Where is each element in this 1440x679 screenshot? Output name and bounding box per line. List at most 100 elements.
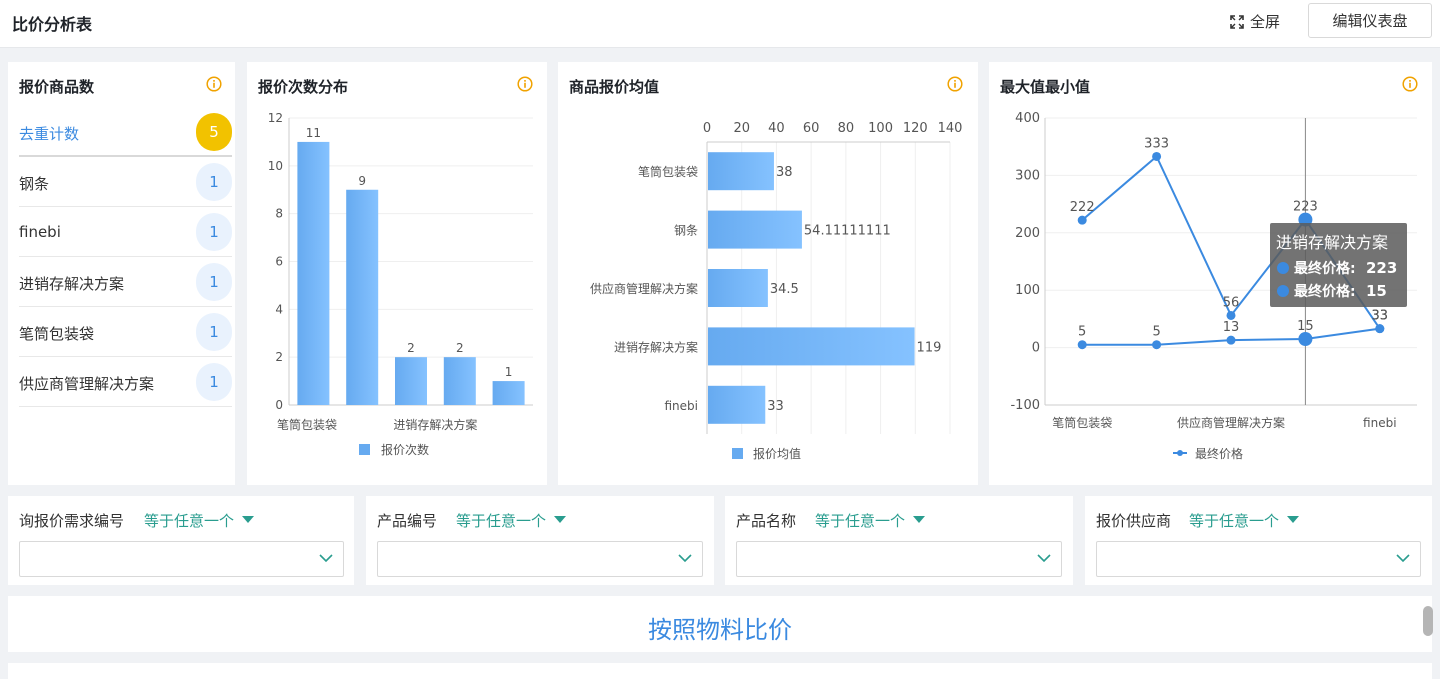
count-badge: 5 — [196, 113, 232, 151]
chevron-down-icon — [319, 553, 333, 563]
list-item[interactable]: 进销存解决方案 1 — [19, 257, 232, 307]
list-item[interactable]: 供应商管理解决方案 1 — [19, 357, 232, 407]
fullscreen-icon — [1230, 15, 1244, 29]
edit-dashboard-button[interactable]: 编辑仪表盘 — [1308, 3, 1432, 38]
legend-label: 报价次数 — [381, 442, 429, 457]
tooltip-value: 15 — [1366, 282, 1387, 300]
data-label: 222 — [1070, 200, 1095, 215]
y-tick-label: 0 — [275, 398, 283, 412]
data-label: 2 — [407, 341, 415, 355]
filter-label: 询报价需求编号 — [19, 510, 124, 531]
data-point — [1078, 340, 1087, 349]
x-tick-label: 100 — [868, 121, 893, 136]
list-item-label: 钢条 — [19, 173, 49, 194]
scrollbar-thumb[interactable] — [1423, 606, 1433, 636]
y-tick-label: 6 — [275, 255, 283, 269]
filter-select[interactable] — [736, 541, 1062, 577]
list-item-label: finebi — [19, 223, 61, 241]
data-label: 223 — [1293, 200, 1318, 215]
data-label: 11 — [306, 126, 321, 140]
section-header: 按照物料比价 — [8, 596, 1432, 652]
filter-product-code: 产品编号 等于任意一个 — [366, 496, 714, 585]
chevron-down-icon — [1037, 553, 1051, 563]
info-icon[interactable] — [206, 76, 222, 92]
filter-rfq-number: 询报价需求编号 等于任意一个 — [8, 496, 354, 585]
y-tick-label: 200 — [1015, 226, 1040, 241]
data-label: 9 — [358, 174, 366, 188]
bar — [395, 357, 427, 405]
count-badge: 1 — [196, 313, 232, 351]
x-tick-label: 供应商管理解决方案 — [1177, 415, 1285, 430]
y-tick-label: 进销存解决方案 — [614, 339, 698, 354]
count-badge: 1 — [196, 263, 232, 301]
data-point — [1152, 152, 1161, 161]
list-item-label: 笔筒包装袋 — [19, 323, 94, 344]
legend-marker — [1177, 450, 1183, 456]
filter-operator-dropdown[interactable]: 等于任意一个 — [144, 510, 254, 531]
bar — [444, 357, 476, 405]
y-tick-label: 笔筒包装袋 — [638, 164, 698, 179]
data-label: 333 — [1144, 136, 1169, 151]
fullscreen-button[interactable]: 全屏 — [1230, 11, 1280, 32]
x-tick-label: finebi — [1363, 416, 1397, 430]
bar-chart-average-price: 02040608010012014038笔筒包装袋54.11111111钢条34… — [558, 62, 978, 485]
list-item-label: 进销存解决方案 — [19, 273, 124, 294]
data-label: 15 — [1297, 319, 1314, 334]
list-item-label: 去重计数 — [19, 123, 79, 144]
list-item[interactable]: 钢条 1 — [19, 157, 232, 207]
x-tick-label: 40 — [768, 121, 785, 136]
bar — [297, 142, 329, 405]
list-item[interactable]: finebi 1 — [19, 207, 232, 257]
chevron-down-icon — [678, 553, 692, 563]
list-item[interactable]: 笔筒包装袋 1 — [19, 307, 232, 357]
x-tick-label: 20 — [733, 121, 750, 136]
filter-label: 产品编号 — [377, 510, 437, 531]
tooltip-value: 223 — [1366, 259, 1397, 277]
x-tick-label: 笔筒包装袋 — [277, 417, 337, 432]
data-label: 13 — [1223, 320, 1240, 335]
filter-select[interactable] — [1096, 541, 1421, 577]
count-badge: 1 — [196, 363, 232, 401]
y-tick-label: 10 — [268, 159, 283, 173]
filter-operator-dropdown[interactable]: 等于任意一个 — [1189, 510, 1299, 531]
filter-supplier: 报价供应商 等于任意一个 — [1085, 496, 1432, 585]
data-label: 33 — [1372, 309, 1389, 324]
y-tick-label: finebi — [665, 399, 699, 413]
data-point — [1375, 324, 1384, 333]
filter-select[interactable] — [377, 541, 703, 577]
y-tick-label: 0 — [1032, 341, 1040, 356]
card-product-count: 报价商品数 去重计数 5 钢条 1 finebi 1 进销存解决方案 1 笔筒包… — [8, 62, 235, 485]
x-tick-label: 笔筒包装袋 — [1052, 415, 1112, 430]
tooltip-marker — [1277, 285, 1289, 297]
tooltip-label: 最终价格: — [1294, 260, 1356, 277]
filter-label: 报价供应商 — [1096, 510, 1171, 531]
list-item-distinct-count[interactable]: 去重计数 5 — [19, 107, 232, 157]
x-tick-label: 60 — [803, 121, 820, 136]
y-tick-label: 2 — [275, 350, 283, 364]
filter-operator-label: 等于任意一个 — [456, 512, 546, 530]
page-title: 比价分析表 — [12, 11, 92, 35]
card-quote-count-distribution: 报价次数分布 024681012119221笔筒包装袋进销存解决方案报价次数 — [247, 62, 547, 485]
card-max-min: 最大值最小值 -1000100200300400笔筒包装袋供应商管理解决方案fi… — [989, 62, 1432, 485]
x-tick-label: 80 — [838, 121, 855, 136]
x-tick-label: 120 — [903, 121, 928, 136]
tooltip-title: 进销存解决方案 — [1276, 233, 1388, 252]
y-tick-label: 4 — [275, 302, 283, 316]
caret-down-icon — [913, 516, 925, 523]
filter-operator-label: 等于任意一个 — [1189, 512, 1279, 530]
data-label: 1 — [505, 365, 513, 379]
data-point — [1298, 332, 1312, 346]
legend-swatch — [732, 448, 743, 459]
y-tick-label: -100 — [1010, 398, 1040, 413]
data-point — [1152, 340, 1161, 349]
bar — [708, 386, 765, 424]
filter-operator-dropdown[interactable]: 等于任意一个 — [456, 510, 566, 531]
data-point — [1227, 336, 1236, 345]
data-label: 33 — [767, 399, 784, 414]
bar — [708, 269, 768, 307]
filter-select[interactable] — [19, 541, 344, 577]
bar — [708, 211, 802, 249]
line-chart-max-min: -1000100200300400笔筒包装袋供应商管理解决方案finebi222… — [989, 62, 1432, 485]
filter-operator-dropdown[interactable]: 等于任意一个 — [815, 510, 925, 531]
data-label: 56 — [1223, 295, 1240, 310]
